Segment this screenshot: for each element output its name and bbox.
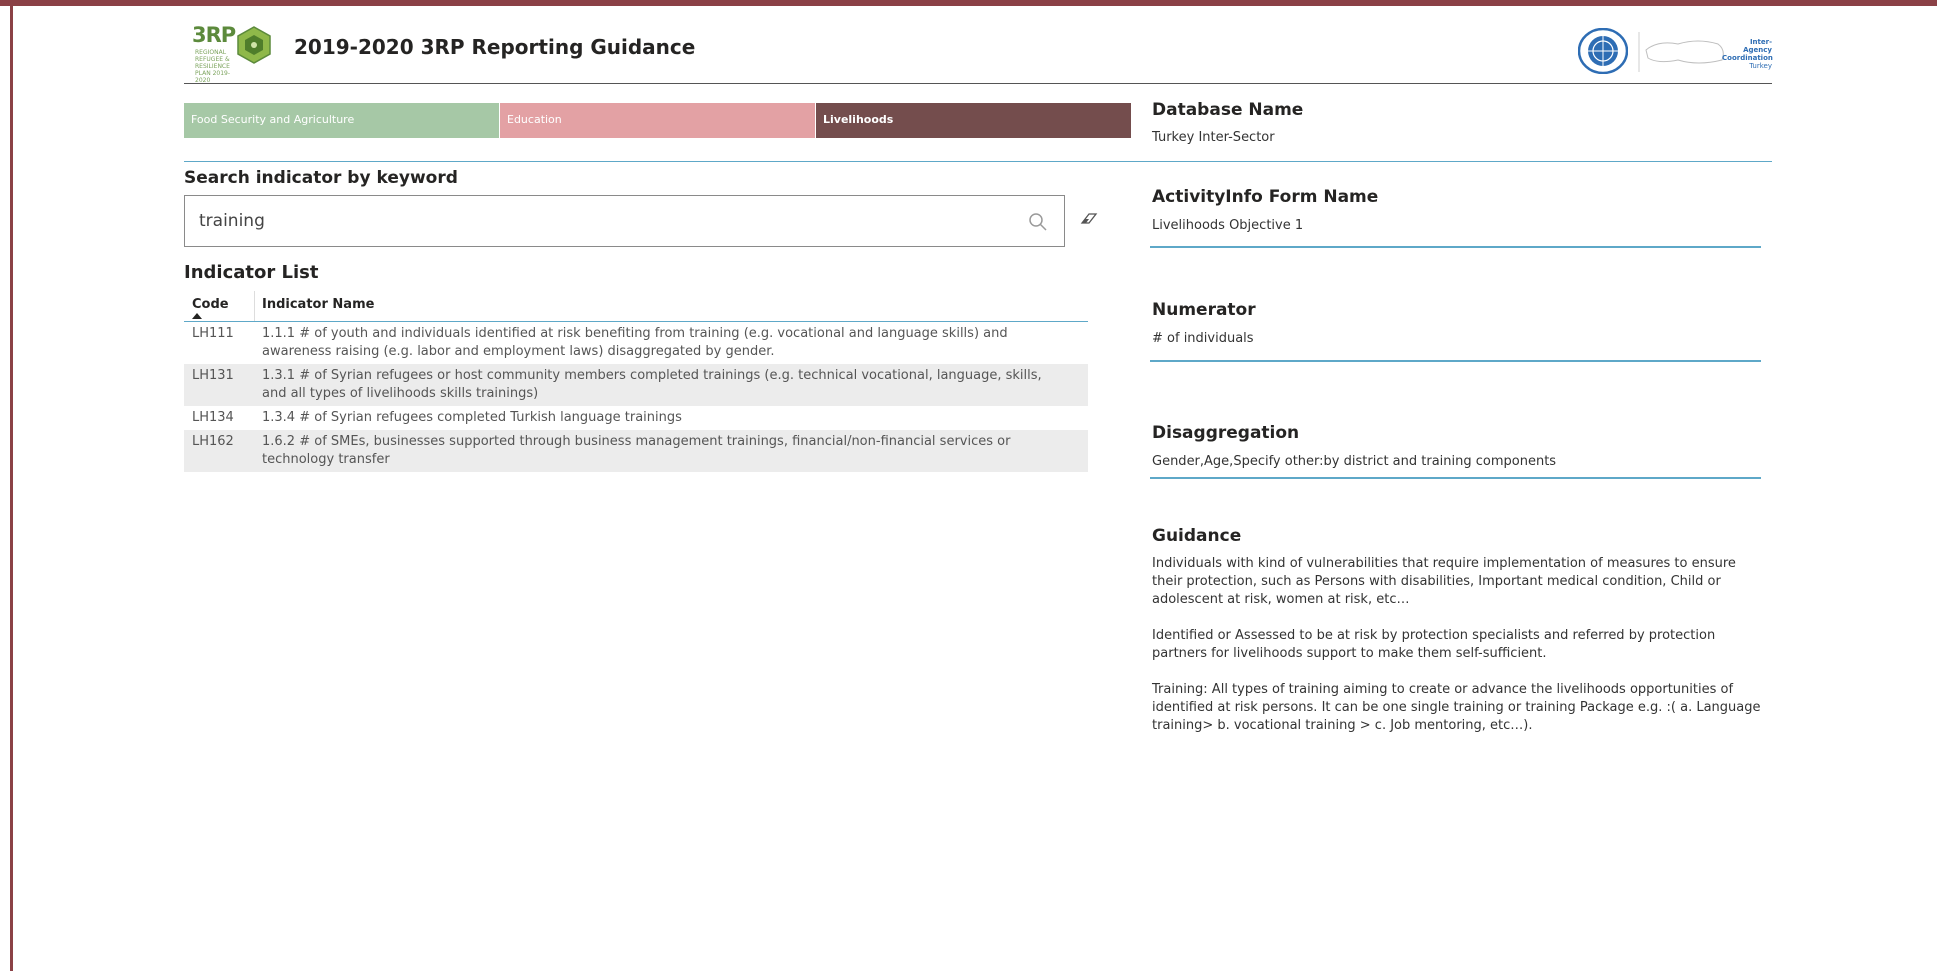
guidance-paragraph: Identified or Assessed to be at risk by … bbox=[1152, 628, 1716, 661]
row-indicator-name: 1.3.4 # of Syrian refugees completed Tur… bbox=[262, 410, 682, 425]
search-icon[interactable] bbox=[1028, 212, 1048, 232]
eraser-icon[interactable] bbox=[1080, 210, 1098, 228]
partner-logo-line2: Coordination bbox=[1722, 54, 1773, 62]
guidance-paragraph: Training: All types of training aiming t… bbox=[1152, 682, 1761, 733]
indicator-table: Code Indicator Name LH111 1.1.1 # of you… bbox=[184, 291, 1088, 472]
header-divider bbox=[184, 83, 1772, 84]
logo-cube-icon bbox=[237, 26, 271, 64]
logo-mark-text: 3RP bbox=[192, 23, 236, 47]
column-header-code[interactable]: Code bbox=[192, 297, 229, 312]
form-name-heading: ActivityInfo Form Name bbox=[1152, 187, 1379, 207]
table-row[interactable]: LH131 1.3.1 # of Syrian refugees or host… bbox=[184, 364, 1088, 406]
inter-agency-logo-text: Inter-Agency Coordination Turkey bbox=[1722, 38, 1773, 70]
numerator-heading: Numerator bbox=[1152, 300, 1256, 320]
database-name-value: Turkey Inter-Sector bbox=[1152, 130, 1275, 145]
sort-ascending-icon[interactable] bbox=[192, 313, 202, 319]
numerator-value: # of individuals bbox=[1152, 331, 1254, 346]
row-code: LH131 bbox=[192, 368, 234, 383]
disaggregation-heading: Disaggregation bbox=[1152, 423, 1300, 443]
table-row[interactable]: LH162 1.6.2 # of SMEs, businesses suppor… bbox=[184, 430, 1088, 472]
table-row[interactable]: LH134 1.3.4 # of Syrian refugees complet… bbox=[184, 406, 1088, 430]
partner-logo-line3: Turkey bbox=[1749, 62, 1772, 70]
numerator-divider bbox=[1150, 360, 1761, 362]
window-frame-left bbox=[10, 6, 13, 971]
database-name-heading: Database Name bbox=[1152, 100, 1304, 120]
tab-education[interactable]: Education bbox=[500, 103, 815, 138]
row-code: LH134 bbox=[192, 410, 234, 425]
column-divider bbox=[254, 291, 255, 321]
form-name-divider bbox=[1150, 246, 1761, 248]
disaggregation-divider bbox=[1150, 477, 1761, 479]
indicator-list-title: Indicator List bbox=[184, 262, 319, 283]
table-row[interactable]: LH111 1.1.1 # of youth and individuals i… bbox=[184, 322, 1088, 364]
3rp-logo: 3RP REGIONAL REFUGEE & RESILIENCE PLAN 2… bbox=[192, 23, 280, 84]
search-input[interactable] bbox=[199, 208, 979, 234]
row-code: LH111 bbox=[192, 326, 234, 341]
guidance-paragraph: Individuals with kind of vulnerabilities… bbox=[1152, 556, 1736, 607]
row-indicator-name: 1.6.2 # of SMEs, businesses supported th… bbox=[262, 434, 1011, 467]
partner-logo-line1: Inter-Agency bbox=[1743, 38, 1772, 54]
disaggregation-value: Gender,Age,Specify other:by district and… bbox=[1152, 454, 1557, 469]
window-frame-top bbox=[0, 0, 1937, 6]
search-box bbox=[184, 195, 1065, 247]
row-code: LH162 bbox=[192, 434, 234, 449]
column-header-indicator-name[interactable]: Indicator Name bbox=[262, 297, 374, 312]
tab-food-security[interactable]: Food Security and Agriculture bbox=[184, 103, 499, 138]
logo-subtitle: REGIONAL REFUGEE & RESILIENCE PLAN 2019-… bbox=[195, 49, 231, 84]
tab-livelihoods[interactable]: Livelihoods bbox=[816, 103, 1131, 138]
page-title: 2019-2020 3RP Reporting Guidance bbox=[294, 35, 696, 59]
section-divider bbox=[184, 161, 1772, 162]
row-indicator-name: 1.1.1 # of youth and individuals identif… bbox=[262, 326, 1008, 359]
search-label: Search indicator by keyword bbox=[184, 168, 458, 188]
guidance-heading: Guidance bbox=[1152, 526, 1242, 546]
form-name-value: Livelihoods Objective 1 bbox=[1152, 218, 1304, 233]
table-header: Code Indicator Name bbox=[184, 291, 1088, 322]
row-indicator-name: 1.3.1 # of Syrian refugees or host commu… bbox=[262, 368, 1042, 401]
un-emblem-icon bbox=[1578, 28, 1628, 74]
guidance-text: Individuals with kind of vulnerabilities… bbox=[1152, 555, 1762, 753]
